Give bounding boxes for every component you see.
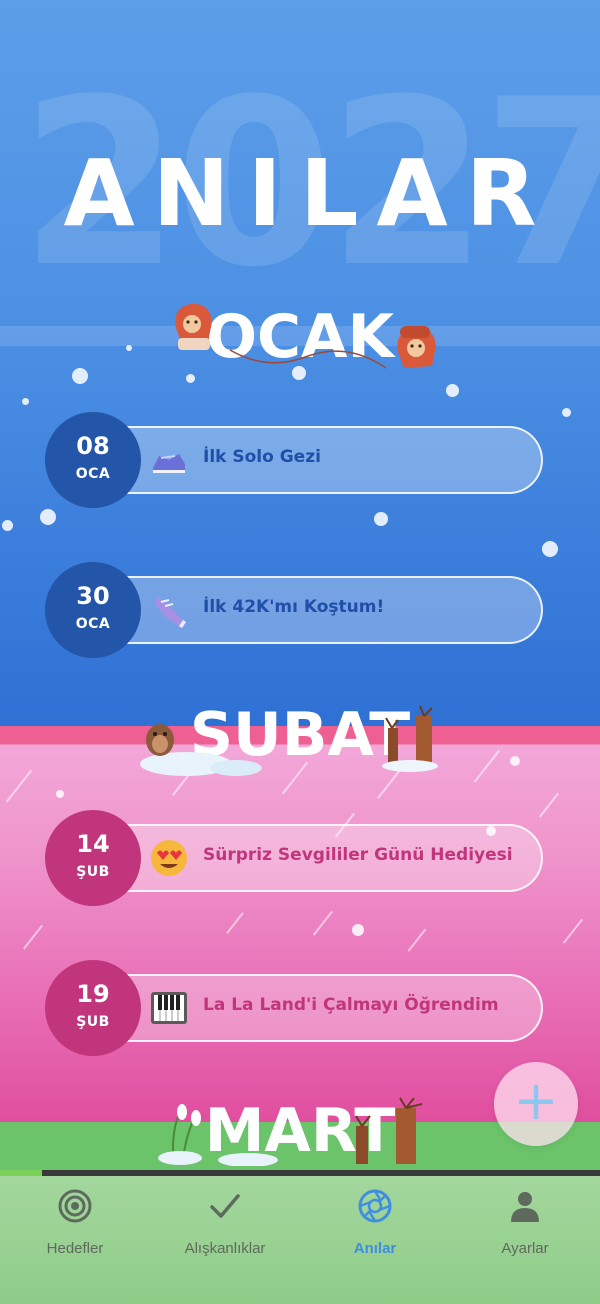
february-section: [0, 726, 600, 1126]
memory-date-badge: 08 OCA: [45, 412, 141, 508]
running-shoe-icon: [155, 596, 186, 628]
tab-label: Ayarlar: [501, 1240, 549, 1257]
bottom-tab-bar: Hedefler Alışkanlıklar Anılar Ayarlar: [0, 1176, 600, 1304]
memories-screen: 2027 ANILAR OCAK 08 OCA İlk Solo Gezi 30…: [0, 0, 600, 1304]
tab-label: Hedefler: [46, 1240, 104, 1257]
page-title: ANILAR: [63, 140, 555, 247]
memory-date-badge: 14 ŞUB: [45, 810, 141, 906]
memory-item[interactable]: 30 OCA İlk 42K'mı Koştum!: [45, 562, 543, 658]
piano-icon: [151, 992, 187, 1024]
memory-label: Sürpriz Sevgililer Günü Hediyesi: [203, 845, 513, 865]
memory-label: La La Land'i Çalmayı Öğrendim: [203, 995, 499, 1015]
plus-icon: +: [513, 1069, 559, 1132]
memory-day: 14: [76, 830, 110, 858]
target-icon: [58, 1189, 92, 1223]
memory-day: 19: [76, 980, 110, 1008]
memory-item[interactable]: 14 ŞUB Sürpriz Sevgililer Günü Hediyesi: [45, 810, 543, 906]
memory-label: İlk 42K'mı Koştum!: [203, 597, 385, 617]
tab-label: Alışkanlıklar: [184, 1240, 266, 1257]
memory-month: OCA: [75, 466, 111, 482]
memory-day: 30: [76, 582, 110, 610]
tab-label: Anılar: [353, 1240, 397, 1257]
snowdrop-flower-icon: [158, 1104, 202, 1165]
memory-item[interactable]: 08 OCA İlk Solo Gezi: [45, 412, 543, 508]
memory-date-badge: 30 OCA: [45, 562, 141, 658]
tree-stump-icon: [355, 1097, 423, 1164]
memory-month: ŞUB: [76, 864, 110, 880]
mitten-icon: [175, 303, 212, 350]
tab-aliskanliklar[interactable]: Alışkanlıklar: [150, 1188, 300, 1258]
tree-stump-icon: [382, 705, 438, 772]
memory-month: ŞUB: [76, 1014, 110, 1030]
checkmark-icon: [210, 1194, 240, 1218]
add-memory-button[interactable]: +: [494, 1062, 578, 1146]
snow-mound-icon: [218, 1153, 278, 1166]
memory-day: 08: [76, 432, 110, 460]
memory-month: OCA: [75, 616, 111, 632]
heart-eyes-emoji-icon: [151, 840, 187, 876]
tab-anilar[interactable]: Anılar: [300, 1188, 450, 1258]
month-title-february: ŞUBAT: [189, 700, 411, 770]
groundhog-icon: [140, 724, 262, 776]
user-icon: [511, 1192, 539, 1222]
sneaker-icon: [153, 454, 185, 473]
memory-date-badge: 19 ŞUB: [45, 960, 141, 1056]
mitten-string-icon: [229, 349, 387, 369]
memory-label: İlk Solo Gezi: [203, 447, 321, 467]
tab-ayarlar[interactable]: Ayarlar: [450, 1188, 600, 1258]
mitten-icon: [397, 326, 436, 368]
aperture-icon: [358, 1189, 392, 1223]
memory-item[interactable]: 19 ŞUB La La Land'i Çalmayı Öğrendim: [45, 960, 543, 1056]
tab-hedefler[interactable]: Hedefler: [0, 1188, 150, 1258]
